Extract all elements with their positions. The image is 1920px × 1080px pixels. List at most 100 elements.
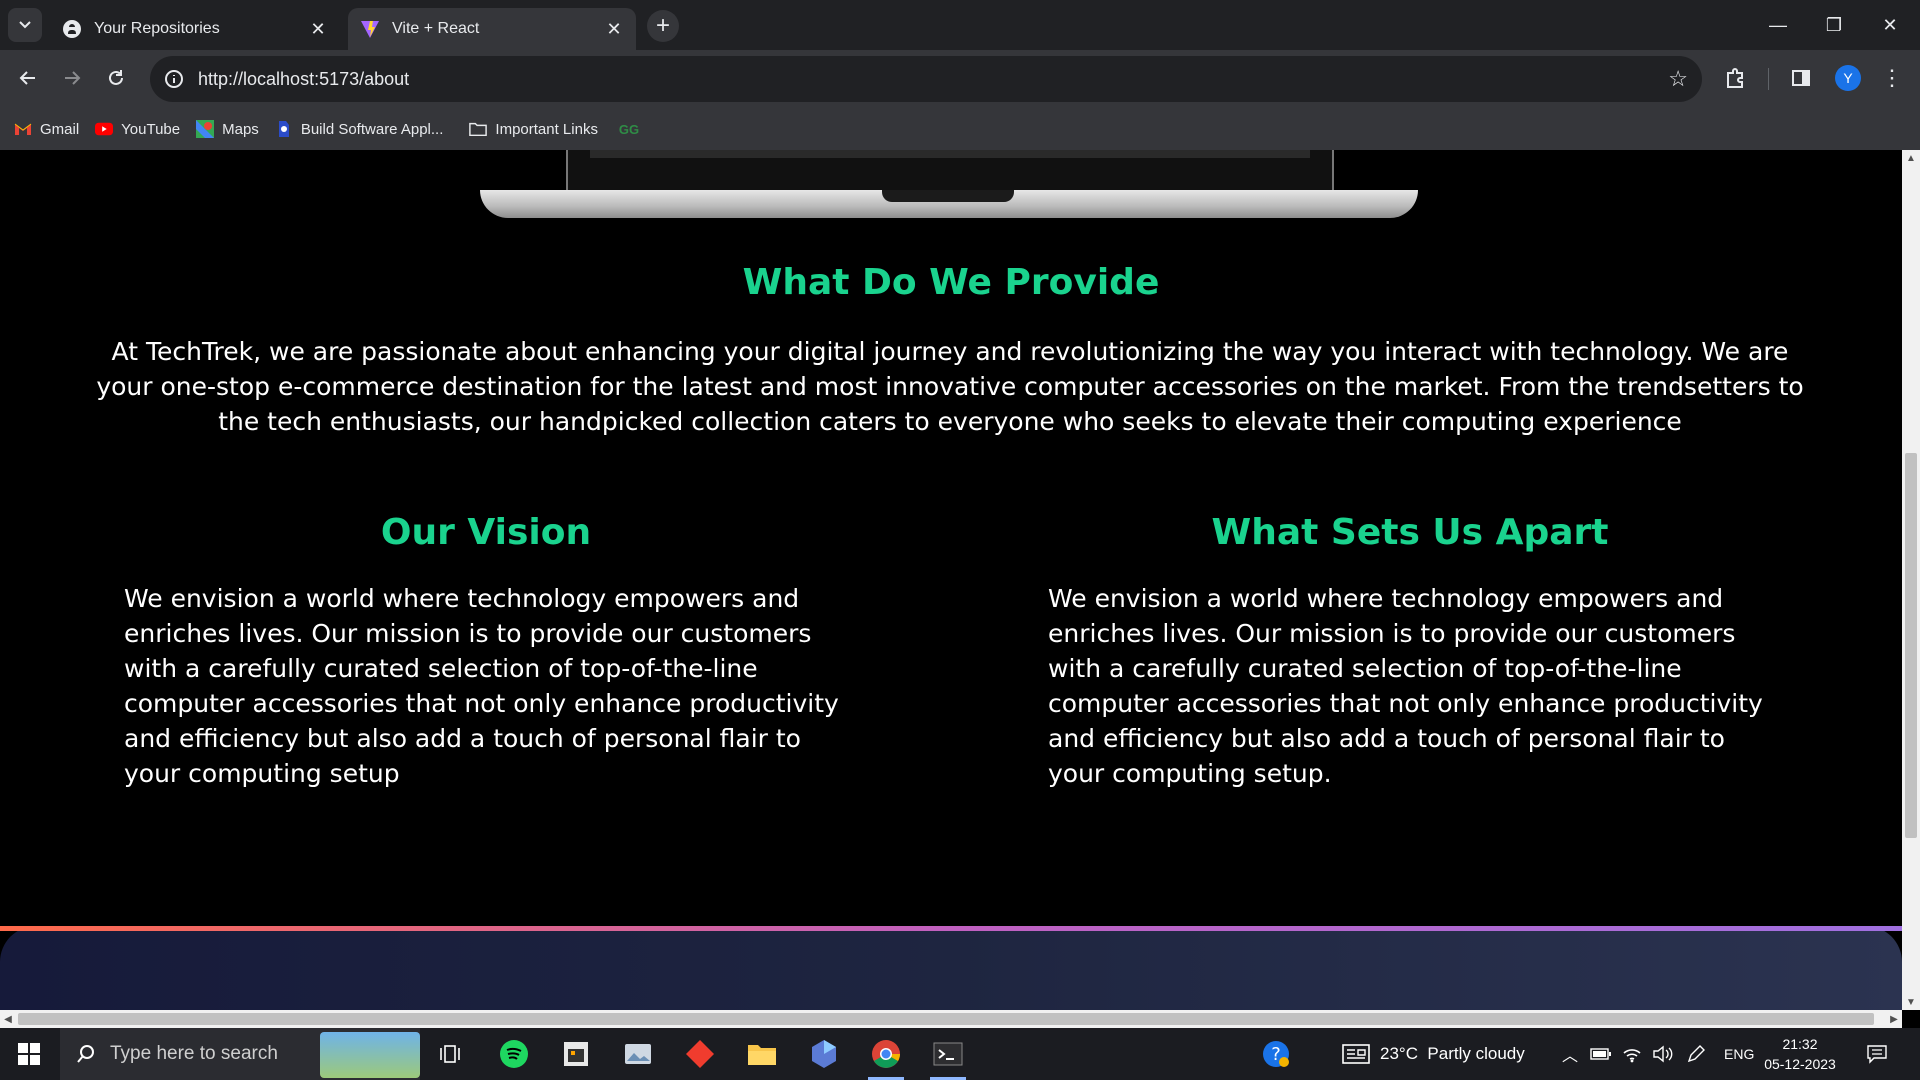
tab-vite-react[interactable]: Vite + React ✕: [348, 8, 636, 50]
start-button[interactable]: [0, 1028, 58, 1080]
terminal-icon: [933, 1042, 963, 1066]
forward-button[interactable]: [54, 60, 90, 96]
bookmark-label: Gmail: [40, 120, 80, 138]
minimize-button[interactable]: —: [1750, 0, 1806, 50]
weather-text: 23°C Partly cloudy: [1380, 1044, 1525, 1063]
bookmark-youtube[interactable]: YouTube: [95, 114, 180, 144]
bing-icon: [812, 1040, 836, 1068]
clock-time: 21:32: [1782, 1036, 1818, 1052]
scroll-up-arrow-icon[interactable]: ▲: [1902, 150, 1920, 166]
folder-icon: [469, 120, 488, 138]
restore-button[interactable]: ❐: [1806, 0, 1862, 50]
bookmark-label: YouTube: [121, 120, 181, 138]
show-hidden-icons-button[interactable]: ︿: [1562, 1028, 1578, 1080]
scroll-right-arrow-icon[interactable]: ▶: [1886, 1010, 1902, 1028]
section-text-apart: We envision a world where technology emp…: [1048, 584, 1763, 788]
close-window-button[interactable]: ✕: [1862, 0, 1918, 50]
close-tab-icon[interactable]: ✕: [604, 19, 624, 39]
spotify-app-button[interactable]: [490, 1034, 538, 1074]
puzzle-icon: [1727, 68, 1743, 88]
side-panel-icon: [1792, 70, 1810, 86]
bookmark-maps[interactable]: Maps: [196, 114, 259, 144]
terminal-app-button[interactable]: [924, 1034, 972, 1080]
browser-toolbar: http://localhost:5173/about ☆ Y ⋮: [0, 50, 1920, 108]
menu-button[interactable]: ⋮: [1874, 60, 1910, 96]
bookmark-build-software[interactable]: Build Software Appl...: [275, 114, 444, 144]
tab-title: Your Repositories: [94, 20, 220, 37]
site-info-icon[interactable]: [162, 67, 186, 91]
close-tab-icon[interactable]: ✕: [308, 19, 328, 39]
horizontal-scrollbar[interactable]: ◀ ▶: [0, 1010, 1902, 1028]
network-status[interactable]: [1622, 1028, 1642, 1080]
vertical-scrollbar[interactable]: ▲ ▼: [1902, 150, 1920, 1010]
profile-button[interactable]: Y: [1830, 60, 1866, 96]
vertical-scroll-thumb[interactable]: [1905, 453, 1917, 838]
horizontal-scroll-thumb[interactable]: [18, 1013, 1874, 1025]
chrome-app-button[interactable]: [862, 1034, 910, 1080]
help-tray-button[interactable]: ?: [1262, 1028, 1290, 1080]
battery-status[interactable]: [1590, 1028, 1612, 1080]
volume-control[interactable]: [1652, 1028, 1674, 1080]
gmail-icon: [14, 120, 32, 138]
task-view-button[interactable]: [426, 1034, 474, 1074]
windows-taskbar: Type here to search ? 23°C Partly cloudy…: [0, 1028, 1920, 1080]
chevron-up-icon: ︿: [1562, 1048, 1579, 1065]
photos-app-button[interactable]: [614, 1034, 662, 1074]
chrome-icon: [872, 1040, 900, 1068]
file-explorer-button[interactable]: [738, 1034, 786, 1074]
url-text[interactable]: http://localhost:5173/about: [198, 69, 409, 90]
tab-your-repositories[interactable]: Your Repositories ✕: [50, 8, 340, 50]
scroll-left-arrow-icon[interactable]: ◀: [0, 1010, 16, 1028]
weather-news-icon: [1342, 1044, 1370, 1064]
avatar: Y: [1835, 65, 1861, 91]
search-icon: [77, 1045, 94, 1063]
bookmark-folder-important-links[interactable]: Important Links: [469, 114, 598, 144]
spotify-icon: [500, 1040, 528, 1068]
folder-icon: [748, 1045, 776, 1065]
back-button[interactable]: [10, 60, 46, 96]
bookmark-label: Important Links: [495, 120, 598, 138]
reload-button[interactable]: [98, 60, 134, 96]
pen-menu-button[interactable]: [1686, 1028, 1706, 1080]
tab-strip: Your Repositories ✕ Vite + React ✕ + — ❐…: [0, 0, 1920, 50]
section-text-vision: We envision a world where technology emp…: [124, 584, 839, 788]
page-footer: [0, 926, 1902, 1010]
scroll-down-arrow-icon[interactable]: ▼: [1902, 994, 1920, 1010]
geeksforgeeks-icon: GG: [618, 121, 640, 137]
tab-title: Vite + React: [392, 20, 480, 37]
git-app-button[interactable]: [676, 1034, 724, 1074]
bookmark-geeksforgeeks[interactable]: GG: [618, 114, 646, 144]
help-icon: ?: [1263, 1041, 1289, 1067]
wifi-icon: [1623, 1049, 1641, 1063]
address-bar[interactable]: http://localhost:5173/about ☆: [150, 56, 1702, 102]
calendar-icon: [564, 1042, 588, 1066]
chevron-down-icon: [19, 21, 31, 29]
laptop-image-notch: [882, 190, 1014, 202]
bookmark-star-icon[interactable]: ☆: [1668, 66, 1688, 92]
battery-icon: [1590, 1048, 1611, 1060]
extensions-button[interactable]: [1717, 60, 1753, 96]
search-highlight-image: [320, 1032, 420, 1078]
copilot-app-button[interactable]: [800, 1034, 848, 1074]
tab-search-button[interactable]: [8, 8, 42, 42]
bookmark-gmail[interactable]: Gmail: [14, 114, 79, 144]
system-clock[interactable]: 21:32 05-12-2023: [1760, 1034, 1840, 1074]
page-viewport: What Do We Provide At TechTrek, we are p…: [0, 150, 1902, 1010]
new-tab-button[interactable]: +: [647, 10, 679, 42]
calendar-app-button[interactable]: [552, 1034, 600, 1074]
task-view-icon: [440, 1045, 460, 1063]
section-text-provide: At TechTrek, we are passionate about enh…: [96, 337, 1804, 436]
arrow-left-icon: [19, 71, 35, 85]
photos-icon: [625, 1044, 651, 1064]
toolbar-divider: [1768, 68, 1769, 90]
notification-icon: [1867, 1045, 1887, 1064]
notification-center-button[interactable]: [1866, 1028, 1888, 1080]
taskbar-search-box[interactable]: Type here to search: [60, 1028, 420, 1080]
github-icon: [62, 19, 82, 39]
weather-widget[interactable]: 23°C Partly cloudy: [1342, 1028, 1525, 1080]
input-language[interactable]: ENG: [1724, 1028, 1754, 1080]
side-panel-button[interactable]: [1783, 60, 1819, 96]
bookmark-label: Build Software Appl...: [300, 120, 444, 138]
kebab-menu-icon: ⋮: [1881, 65, 1903, 90]
youtube-icon: [95, 120, 114, 138]
